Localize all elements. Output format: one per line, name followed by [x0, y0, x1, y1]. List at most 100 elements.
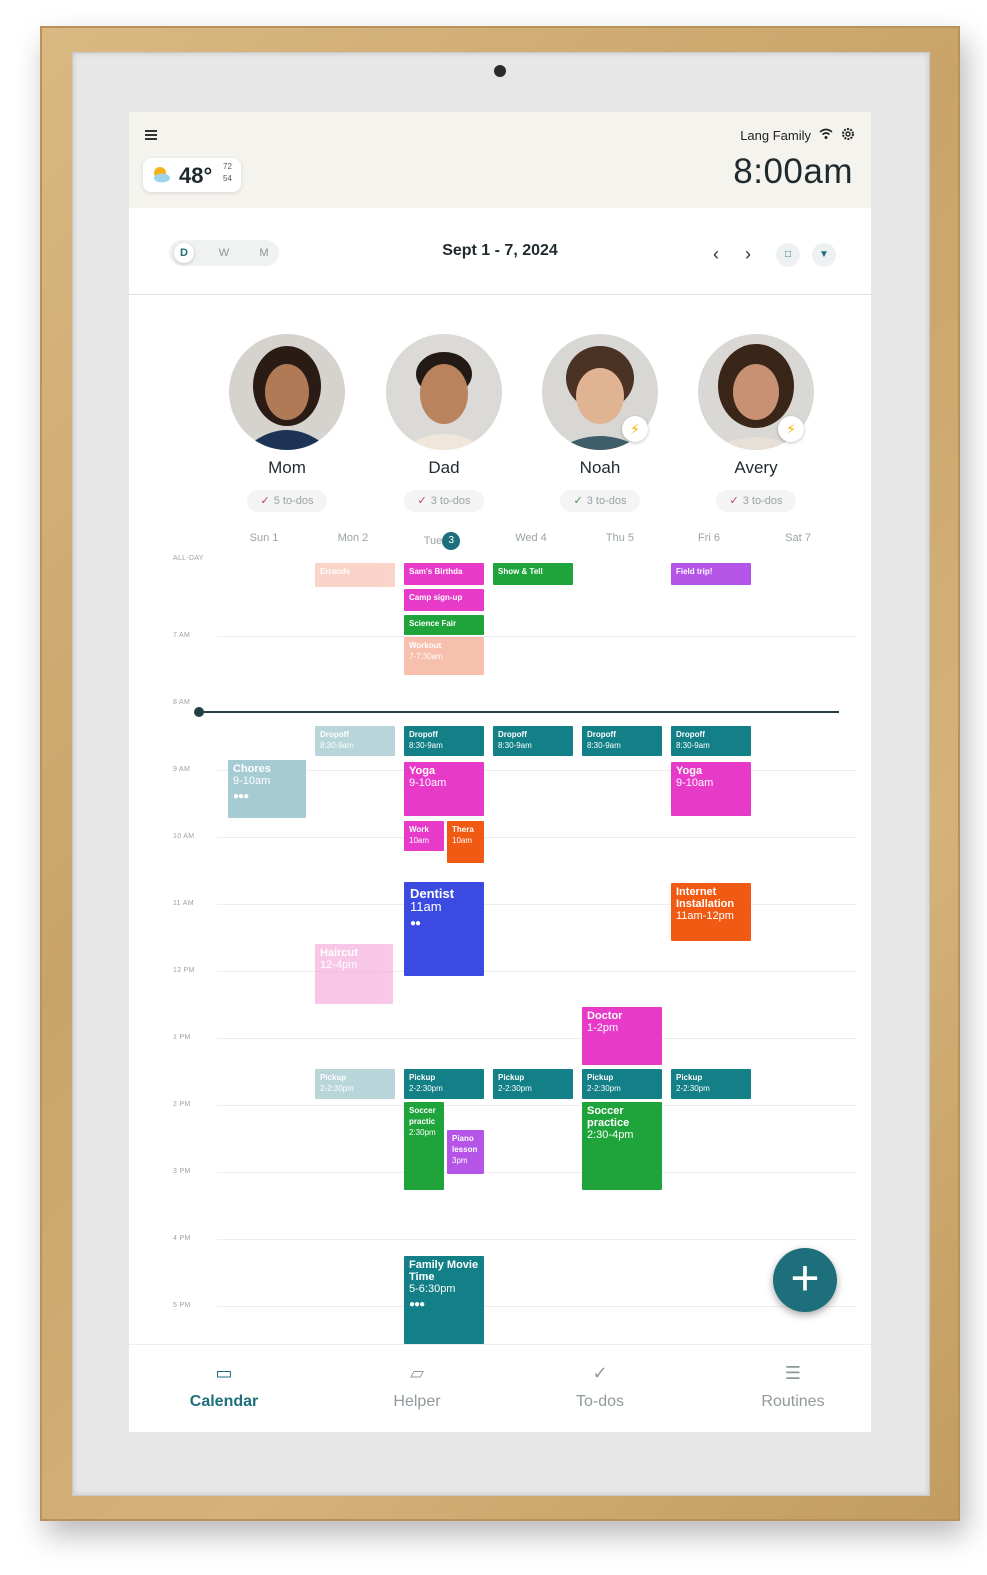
event-time: 1-2pm	[587, 1022, 619, 1034]
event-thera[interactable]: Thera 10am	[447, 821, 484, 863]
menu-icon[interactable]	[145, 130, 157, 140]
lightning-icon: ⚡	[778, 416, 804, 442]
grid-line	[217, 770, 857, 771]
event-internet-installation[interactable]: Internet Installation 11am-12pm	[671, 883, 751, 941]
event-title: Soccer practic	[409, 1106, 436, 1126]
partly-sunny-icon	[154, 167, 170, 183]
grid-line	[217, 904, 857, 905]
event-time: 8:30-9am	[498, 741, 532, 750]
view-day-button[interactable]: D	[174, 243, 194, 263]
event-chores[interactable]: Chores 9-10am ●●●	[228, 760, 306, 818]
grid-line	[217, 1172, 857, 1173]
event-pickup[interactable]: Pickup 2-2:30pm	[582, 1069, 662, 1099]
view-week-button[interactable]: W	[214, 243, 234, 263]
time-label: 7 AM	[173, 632, 191, 639]
event-pickup[interactable]: Pickup 2-2:30pm	[671, 1069, 751, 1099]
today-calendar-button[interactable]: □	[776, 243, 800, 267]
add-event-button[interactable]: +	[773, 1248, 837, 1312]
all-day-label: ALL-DAY	[173, 555, 204, 562]
event-dropoff[interactable]: Dropoff 8:30-9am	[582, 726, 662, 756]
event-time: 11am-12pm	[676, 910, 734, 922]
event-title: Chores	[233, 763, 271, 775]
day-header[interactable]: Wed 4	[491, 532, 571, 544]
event-pickup[interactable]: Pickup 2-2:30pm	[315, 1069, 395, 1099]
todo-count-badge[interactable]: ✓ 3 to-dos	[404, 490, 484, 512]
divider	[129, 294, 871, 295]
time-label: 2 PM	[173, 1101, 191, 1108]
event-pickup[interactable]: Pickup 2-2:30pm	[493, 1069, 573, 1099]
event-time: 2:30-4pm	[587, 1129, 634, 1141]
nav-routines[interactable]: ☰ Routines	[733, 1363, 853, 1411]
day-header[interactable]: Fri 6	[669, 532, 749, 544]
family-name: Lang Family	[740, 128, 811, 143]
event-time: 8:30-9am	[587, 741, 621, 750]
event-sams-birthday[interactable]: Sam's Birthda	[404, 563, 484, 585]
event-time: 2-2:30pm	[409, 1084, 443, 1093]
time-label: 4 PM	[173, 1235, 191, 1242]
event-dentist[interactable]: Dentist 11am ●●	[404, 882, 484, 976]
event-title: Yoga	[676, 765, 703, 777]
temperature: 48°	[179, 163, 213, 188]
event-soccer-practice[interactable]: Soccer practic 2:30pm	[404, 1102, 444, 1190]
chevron-right-icon[interactable]: ›	[745, 245, 751, 263]
event-title: Internet Installation	[676, 886, 735, 910]
event-yoga[interactable]: Yoga 9-10am	[404, 762, 484, 816]
wifi-icon	[819, 128, 833, 139]
event-title: Doctor	[587, 1010, 623, 1022]
day-header-today[interactable]: Tue 3	[402, 532, 482, 550]
weather-widget[interactable]: 48° 72 54	[143, 158, 241, 192]
event-title: Family Movie Time	[409, 1259, 479, 1283]
day-header[interactable]: Thu 5	[580, 532, 660, 544]
event-time: 3pm	[452, 1156, 468, 1165]
event-dropoff[interactable]: Dropoff 8:30-9am	[315, 726, 395, 756]
day-header[interactable]: Mon 2	[313, 532, 393, 544]
day-header[interactable]: Sun 1	[224, 532, 304, 544]
event-title: Errands	[320, 567, 351, 576]
nav-todos[interactable]: ✓ To-dos	[540, 1363, 660, 1411]
event-show-tell[interactable]: Show & Tell	[493, 563, 573, 585]
check-icon: ✓	[417, 495, 427, 507]
event-dropoff[interactable]: Dropoff 8:30-9am	[493, 726, 573, 756]
event-time: 10am	[452, 836, 473, 845]
nav-label: To-dos	[575, 1393, 625, 1410]
event-yoga[interactable]: Yoga 9-10am	[671, 762, 751, 816]
day-header[interactable]: Sat 7	[758, 532, 838, 544]
time-label: 8 AM	[173, 699, 191, 706]
event-time: 8:30-9am	[676, 741, 710, 750]
event-errands[interactable]: Errands	[315, 563, 395, 587]
event-title: Pickup	[498, 1073, 525, 1082]
event-work[interactable]: Work 10am	[404, 821, 444, 851]
event-field-trip[interactable]: Field trip!	[671, 563, 751, 585]
event-piano-lesson[interactable]: Piano lesson 3pm	[447, 1130, 484, 1174]
event-science-fair[interactable]: Science Fair	[404, 615, 484, 635]
gear-icon[interactable]	[841, 127, 855, 141]
event-soccer-practice[interactable]: Soccer practice 2:30-4pm	[582, 1102, 662, 1190]
event-time: 7-7:30am	[409, 652, 443, 661]
event-dropoff[interactable]: Dropoff 8:30-9am	[671, 726, 751, 756]
event-family-movie-time[interactable]: Family Movie Time 5-6:30pm ●●●	[404, 1256, 484, 1344]
event-time: 9-10am	[409, 777, 447, 789]
event-haircut[interactable]: Haircut 12-4pm	[315, 944, 393, 1004]
display-screen: 48° 72 54 Lang Family 8:00am D W M Sept …	[129, 112, 871, 1432]
todo-count-badge[interactable]: ✓ 3 to-dos	[716, 490, 796, 512]
event-camp-signup[interactable]: Camp sign-up	[404, 589, 484, 611]
event-time: 11am	[410, 899, 442, 914]
nav-label: Routines	[761, 1393, 825, 1410]
chevron-left-icon[interactable]: ‹	[713, 245, 719, 263]
todo-count-badge[interactable]: ✓ 3 to-dos	[560, 490, 640, 512]
nav-helper[interactable]: ▱ Helper	[357, 1363, 477, 1411]
temperature-low: 54	[223, 174, 232, 183]
event-time: 2:30pm	[409, 1128, 436, 1137]
nav-calendar[interactable]: ▭ Calendar	[164, 1363, 284, 1411]
event-doctor[interactable]: Doctor 1-2pm	[582, 1007, 662, 1065]
todo-count-badge[interactable]: ✓ 5 to-dos	[247, 490, 327, 512]
filter-button[interactable]: ▼	[812, 243, 836, 267]
event-workout[interactable]: Workout 7-7:30am	[404, 637, 484, 675]
view-month-button[interactable]: M	[254, 243, 274, 263]
event-title: Work	[409, 825, 429, 834]
time-label: 10 AM	[173, 833, 195, 840]
profile-name: Noah	[579, 458, 621, 477]
event-time: 2-2:30pm	[320, 1084, 354, 1093]
event-dropoff[interactable]: Dropoff 8:30-9am	[404, 726, 484, 756]
event-pickup[interactable]: Pickup 2-2:30pm	[404, 1069, 484, 1099]
